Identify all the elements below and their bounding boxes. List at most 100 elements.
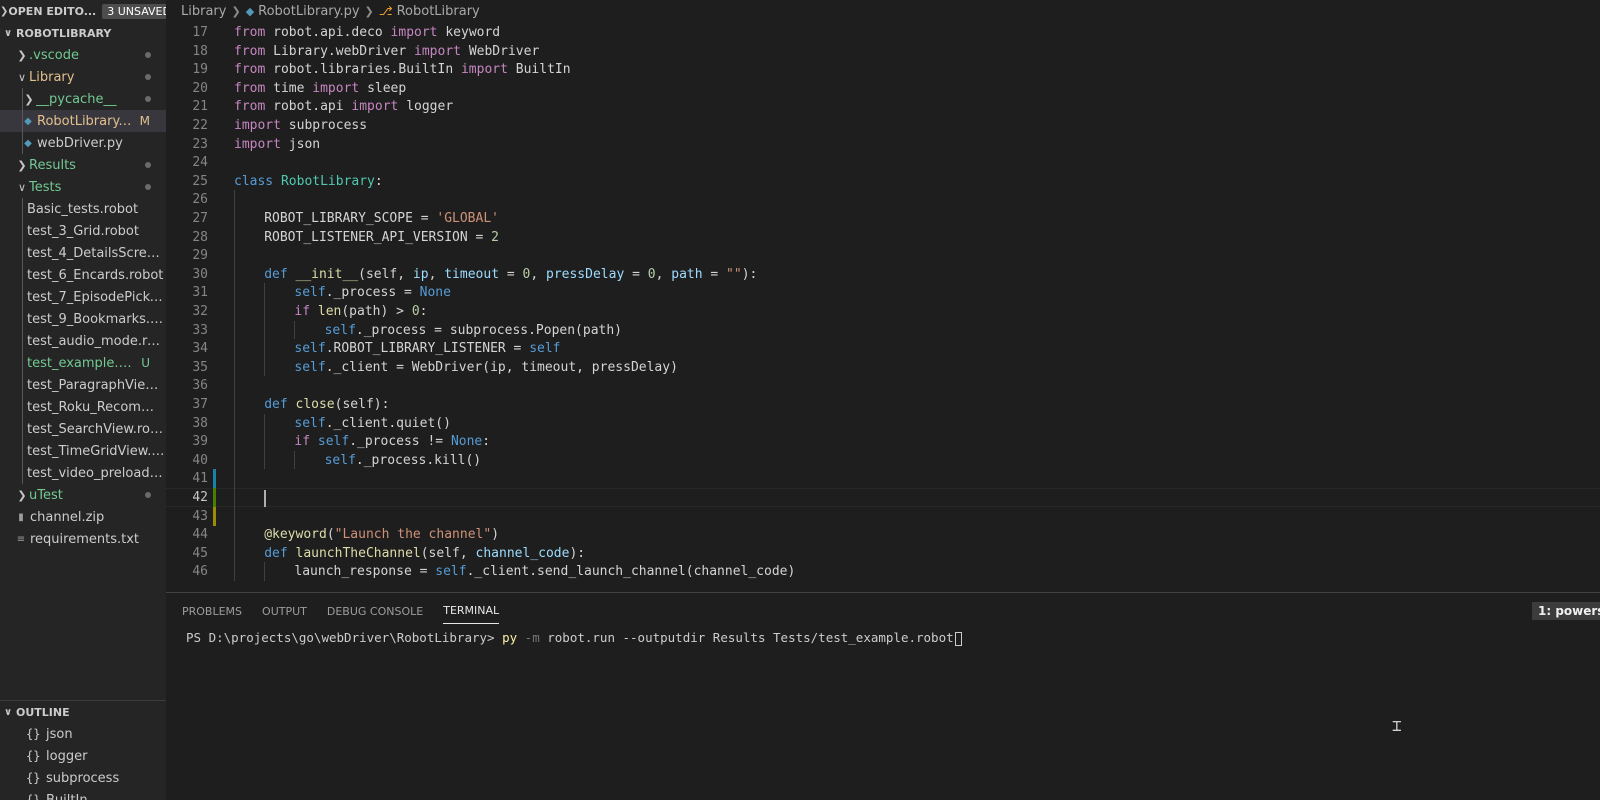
chevron-right-icon: ❯ — [24, 92, 34, 106]
chevron-right-icon: ❯ — [231, 4, 241, 18]
code-line[interactable]: 40 self._process.kill() — [166, 451, 1600, 470]
outline-item[interactable]: {} subprocess — [0, 767, 166, 789]
code-line[interactable]: 37 def close(self): — [166, 395, 1600, 414]
code-line[interactable]: 32 if len(path) > 0: — [166, 302, 1600, 321]
code-token: channel_code — [475, 545, 570, 561]
tab-problems[interactable]: PROBLEMS — [182, 597, 242, 624]
tab-output[interactable]: OUTPUT — [262, 597, 307, 624]
file-item[interactable]: Basic_tests.robot — [0, 198, 166, 220]
git-change-marker[interactable] — [213, 488, 216, 507]
code-line[interactable]: 45 def launchTheChannel(self, channel_cod… — [166, 544, 1600, 563]
outline-header[interactable]: ∨ OUTLINE — [0, 701, 166, 723]
code-line[interactable]: 24 — [166, 153, 1600, 172]
open-editors-header[interactable]: ❯ OPEN EDITO... 3 UNSAVED — [0, 0, 166, 22]
git-change-marker[interactable] — [213, 469, 216, 489]
file-item[interactable]: test_SearchView.robot — [0, 418, 166, 440]
tab-debug-console[interactable]: DEBUG CONSOLE — [327, 597, 423, 624]
code-line[interactable]: 46 launch_response = self._client.send_la… — [166, 562, 1600, 581]
code-line[interactable]: 26 — [166, 190, 1600, 209]
code-text: from Library.webDriver import WebDriver — [234, 42, 539, 61]
file-item[interactable]: ≡ requirements.txt — [0, 528, 166, 550]
module-braces-icon: {} — [26, 771, 41, 785]
folder-item[interactable]: ❯ __pycache__ — [0, 88, 166, 110]
folder-item[interactable]: ❯ uTest — [0, 484, 166, 506]
file-item[interactable]: test_7_EpisodePicker... — [0, 286, 166, 308]
file-item[interactable]: test_9_Bookmarks.ro... — [0, 308, 166, 330]
breadcrumb-symbol[interactable]: RobotLibrary — [397, 4, 480, 19]
file-item[interactable]: test_3_Grid.robot — [0, 220, 166, 242]
file-item[interactable]: test_Roku_Recomme... — [0, 396, 166, 418]
text-cursor — [264, 490, 267, 507]
file-item[interactable]: test_ParagraphView.... — [0, 374, 166, 396]
code-token: def — [264, 266, 288, 282]
folder-item[interactable]: ∨ Tests — [0, 176, 166, 198]
code-line[interactable]: 22 import subprocess — [166, 116, 1600, 135]
code-line[interactable]: 30 def __init__(self, ip, timeout = 0, pr… — [166, 265, 1600, 284]
code-line[interactable]: 43 — [166, 506, 1600, 526]
code-token: from — [234, 62, 266, 78]
file-item[interactable]: test_TimeGridView.r... — [0, 440, 166, 462]
folder-item[interactable]: ❯ Results — [0, 154, 166, 176]
tab-terminal[interactable]: TERMINAL — [443, 596, 500, 624]
code-line[interactable]: 23 import json — [166, 135, 1600, 154]
code-line[interactable]: 44 @keyword("Launch the channel") — [166, 525, 1600, 544]
code-line[interactable]: 18 from Library.webDriver import WebDrive… — [166, 42, 1600, 61]
code-line[interactable]: 39 if self._process != None: — [166, 432, 1600, 451]
line-number: 18 — [192, 43, 208, 59]
code-line[interactable]: 36 — [166, 376, 1600, 395]
line-number: 44 — [192, 527, 208, 543]
code-token: import — [414, 43, 461, 59]
outline-item-label: subprocess — [46, 770, 120, 786]
outline-item[interactable]: {} BuiltIn — [0, 789, 166, 800]
file-item[interactable]: ◆ RobotLibrary.py M — [0, 110, 166, 132]
code-line[interactable]: 20 from time import sleep — [166, 79, 1600, 98]
folder-item[interactable]: ∨ Library — [0, 66, 166, 88]
file-item[interactable]: ◆ webDriver.py — [0, 132, 166, 154]
code-token: (self): — [334, 397, 390, 412]
outline-item[interactable]: {} logger — [0, 745, 166, 767]
terminal-output[interactable]: PS D:\projects\go\webDriver\RobotLibrary… — [186, 629, 1600, 647]
file-item[interactable]: test_example.r... U — [0, 352, 166, 374]
code-line[interactable]: 28 ROBOT_LISTENER_API_VERSION = 2 — [166, 228, 1600, 247]
code-token: ._client.quiet() — [325, 415, 451, 431]
code-line[interactable]: 21 from robot.api import logger — [166, 97, 1600, 116]
code-line[interactable]: 25 class RobotLibrary: — [166, 172, 1600, 191]
file-item[interactable]: test_audio_mode.ro... — [0, 330, 166, 352]
outline-item[interactable]: {} json — [0, 723, 166, 745]
code-line[interactable]: 17 from robot.api.deco import keyword — [166, 23, 1600, 42]
indent-guide — [234, 190, 235, 581]
code-line[interactable]: 33 self._process = subprocess.Popen(path) — [166, 321, 1600, 340]
code-token: = — [702, 266, 727, 282]
line-number: 30 — [192, 266, 208, 282]
breadcrumb-file[interactable]: RobotLibrary.py — [258, 4, 359, 19]
explorer-folder-header[interactable]: ∨ ROBOTLIBRARY — [0, 22, 166, 44]
line-number: 20 — [192, 80, 208, 96]
code-line[interactable]: 41 — [166, 469, 1600, 489]
code-editor[interactable]: 17 from robot.api.deco import keyword 18 fr… — [166, 22, 1600, 592]
line-number: 32 — [192, 304, 208, 319]
line-number: 28 — [192, 229, 208, 245]
tree-item-label: .vscode — [29, 47, 79, 63]
code-line[interactable]: 35 self._client = WebDriver(ip, timeout, … — [166, 358, 1600, 377]
terminal-selector[interactable]: 1: powersh — [1532, 602, 1600, 620]
code-line[interactable]: 19 from robot.libraries.BuiltIn import Bu… — [166, 60, 1600, 79]
file-item[interactable]: ▮ channel.zip — [0, 506, 166, 528]
code-line[interactable]: 29 — [166, 246, 1600, 265]
outline-item-label: BuiltIn — [46, 792, 88, 800]
file-item[interactable]: test_4_DetailsScreen... — [0, 242, 166, 264]
breadcrumb-folder[interactable]: Library — [181, 4, 226, 19]
tree-item-label: test_Roku_Recomme... — [27, 399, 166, 415]
code-line[interactable]: 27 ROBOT_LIBRARY_SCOPE = 'GLOBAL' — [166, 209, 1600, 228]
file-item[interactable]: test_6_Encards.robot — [0, 264, 166, 286]
code-line[interactable]: 34 self.ROBOT_LIBRARY_LISTENER = self — [166, 339, 1600, 358]
code-token: , — [428, 266, 445, 282]
git-change-marker[interactable] — [213, 506, 216, 526]
line-number: 27 — [192, 211, 208, 226]
folder-item[interactable]: ❯ .vscode — [0, 44, 166, 66]
code-line[interactable]: 42 — [166, 488, 1600, 507]
code-line[interactable]: 31 self._process = None — [166, 283, 1600, 302]
tree-item-label: test_9_Bookmarks.ro... — [27, 311, 166, 327]
file-item[interactable]: test_video_preloadin... — [0, 462, 166, 484]
code-text: if self._process != None: — [294, 432, 490, 451]
code-line[interactable]: 38 self._client.quiet() — [166, 414, 1600, 433]
